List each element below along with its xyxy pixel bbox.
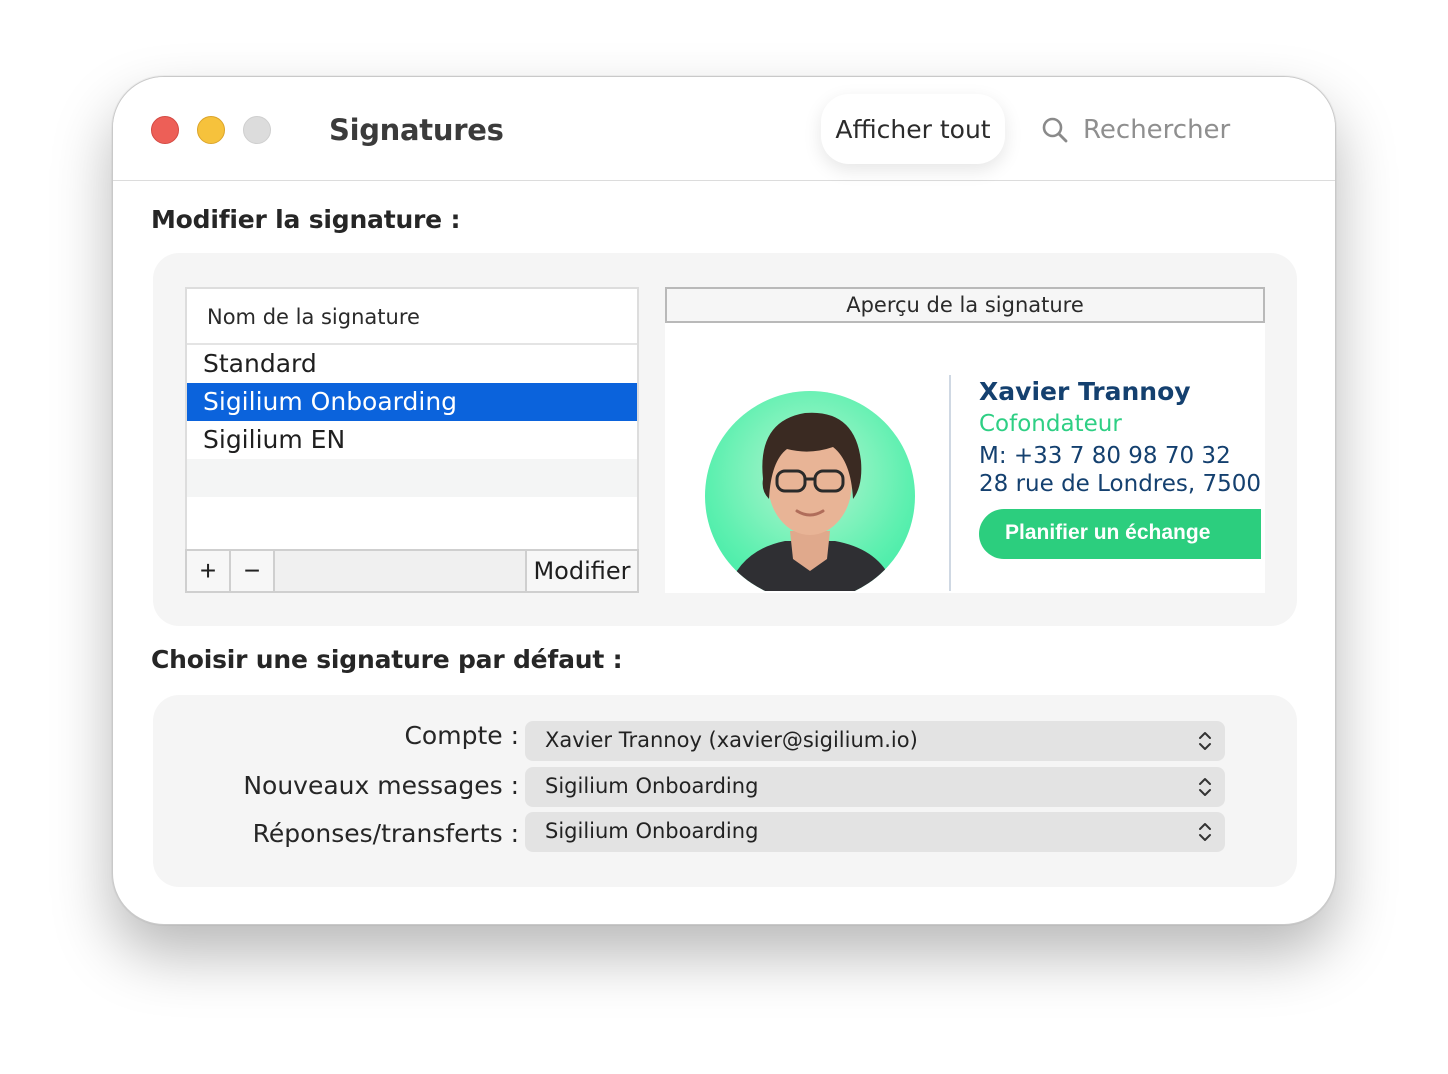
preview-header: Aperçu de la signature [665,287,1265,323]
signature-person-name: Xavier Trannoy [979,377,1191,406]
add-signature-button[interactable]: + [187,551,231,591]
signature-list-toolbar: + − Modifier [185,549,639,593]
new-messages-select[interactable]: Sigilium Onboarding [525,767,1225,807]
signature-person-role: Cofondateur [979,411,1122,437]
new-messages-label: Nouveaux messages : [243,771,519,800]
remove-signature-button[interactable]: − [231,551,275,591]
chevron-up-down-icon [1199,778,1211,796]
minimize-window-button[interactable] [197,116,225,144]
signature-phone: M: +33 7 80 98 70 32 [979,443,1231,469]
edit-signature-heading: Modifier la signature : [151,205,461,234]
search-field[interactable] [1041,113,1303,147]
chevron-up-down-icon [1199,732,1211,750]
account-label: Compte : [404,721,519,750]
replies-forwards-select[interactable]: Sigilium Onboarding [525,812,1225,852]
signature-list-header: Nom de la signature [187,289,637,345]
toolbar-spacer [275,551,527,591]
signatures-window: Signatures Afficher tout Modifier la sig… [112,76,1336,925]
signature-preview: Aperçu de la signature Xavier Trannoy Co… [665,287,1265,593]
signature-cta-button: Planifier un échange [979,509,1261,559]
show-all-button[interactable]: Afficher tout [821,94,1005,164]
new-messages-select-value: Sigilium Onboarding [545,774,759,798]
search-icon [1042,117,1068,143]
window-title: Signatures [329,113,504,147]
signature-item-sigilium-onboarding[interactable]: Sigilium Onboarding [187,383,637,421]
avatar [705,391,915,591]
default-signature-panel: Compte : Xavier Trannoy (xavier@sigilium… [153,695,1297,887]
signature-item-sigilium-en[interactable]: Sigilium EN [187,421,637,459]
signature-address: 28 rue de Londres, 75009 [979,471,1261,497]
search-input[interactable] [1083,115,1303,145]
edit-signature-panel: Nom de la signature Standard Sigilium On… [153,253,1297,626]
zoom-window-button[interactable] [243,116,271,144]
signature-item-standard[interactable]: Standard [187,345,637,383]
person-photo-icon [727,412,895,591]
close-window-button[interactable] [151,116,179,144]
chevron-up-down-icon [1199,823,1211,841]
default-signature-heading: Choisir une signature par défaut : [151,645,623,674]
replies-forwards-select-value: Sigilium Onboarding [545,819,759,843]
account-select[interactable]: Xavier Trannoy (xavier@sigilium.io) [525,721,1225,761]
signature-list: Nom de la signature Standard Sigilium On… [185,287,639,593]
signature-divider [949,375,951,591]
empty-list-row [187,459,637,497]
title-bar: Signatures Afficher tout [113,77,1335,181]
replies-forwards-label: Réponses/transferts : [252,819,519,848]
preview-body: Xavier Trannoy Cofondateur M: +33 7 80 9… [669,325,1261,591]
modify-signature-button[interactable]: Modifier [527,551,637,591]
empty-list-row [187,497,637,535]
account-select-value: Xavier Trannoy (xavier@sigilium.io) [545,728,918,752]
